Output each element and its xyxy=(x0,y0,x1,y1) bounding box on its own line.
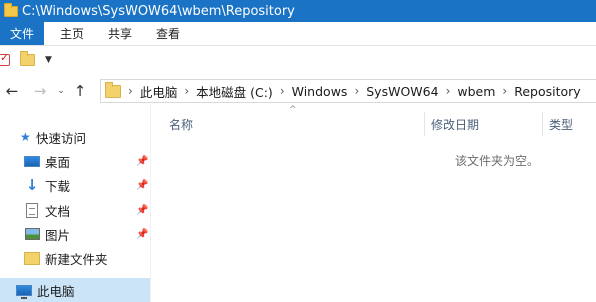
column-header-name[interactable]: 名称 xyxy=(151,112,424,136)
nav-item-new-folder[interactable]: 新建文件夹 xyxy=(0,246,150,270)
breadcrumb-local-disk[interactable]: 本地磁盘 (C:) xyxy=(196,82,273,101)
nav-item-label: 图片 xyxy=(45,227,71,243)
navigation-pane: ★ 快速访问 桌面 📌 ↓ 下载 📌 文档 📌 图片 📌 新建文件夹 此电脑 xyxy=(0,112,150,302)
title-bar: C:\Windows\SysWOW64\wbem\Repository xyxy=(0,0,596,22)
breadcrumb-separator[interactable]: › xyxy=(128,84,133,98)
breadcrumb-separator[interactable]: › xyxy=(184,84,189,98)
tab-home[interactable]: 主页 xyxy=(48,22,96,45)
pin-icon[interactable]: 📌 xyxy=(136,180,148,191)
nav-item-label: 此电脑 xyxy=(37,283,75,299)
column-header-date-modified[interactable]: 修改日期 xyxy=(424,112,542,136)
breadcrumb-syswow64[interactable]: SysWOW64 xyxy=(366,84,438,99)
nav-item-quick-access[interactable]: ★ 快速访问 xyxy=(0,125,150,149)
download-icon: ↓ xyxy=(25,176,39,194)
breadcrumb-separator[interactable]: › xyxy=(446,84,451,98)
column-header-type[interactable]: 类型 xyxy=(542,112,596,136)
pin-icon[interactable]: 📌 xyxy=(136,156,148,167)
breadcrumb-separator[interactable]: › xyxy=(354,84,359,98)
nav-item-downloads[interactable]: ↓ 下载 📌 xyxy=(0,173,150,197)
window-title: C:\Windows\SysWOW64\wbem\Repository xyxy=(22,3,295,19)
new-folder-icon[interactable] xyxy=(20,51,35,66)
pin-icon[interactable]: 📌 xyxy=(136,229,148,240)
up-button[interactable]: ↑ xyxy=(70,79,90,103)
computer-icon xyxy=(16,284,32,299)
nav-item-documents[interactable]: 文档 📌 xyxy=(0,198,150,222)
desktop-icon xyxy=(24,155,40,167)
breadcrumb-repository[interactable]: Repository xyxy=(514,84,580,99)
customize-dropdown-icon[interactable]: ▼ xyxy=(45,55,52,65)
properties-check-icon[interactable] xyxy=(0,51,10,66)
nav-item-label: 桌面 xyxy=(45,154,71,170)
breadcrumb-wbem[interactable]: wbem xyxy=(457,84,495,99)
tab-view[interactable]: 查看 xyxy=(144,22,192,45)
nav-item-desktop[interactable]: 桌面 📌 xyxy=(0,149,150,173)
nav-item-label: 下载 xyxy=(45,178,71,194)
column-header-row: 名称 修改日期 类型 xyxy=(151,112,596,136)
ribbon-tabs: 文件 主页 共享 查看 xyxy=(0,22,596,46)
picture-icon xyxy=(25,228,40,240)
address-row: ← → ⌄ ↑ › 此电脑 › 本地磁盘 (C:) › Windows › Sy… xyxy=(0,77,596,105)
breadcrumb-separator[interactable]: › xyxy=(280,84,285,98)
nav-item-label: 新建文件夹 xyxy=(45,251,108,267)
star-icon: ★ xyxy=(20,130,31,144)
nav-item-this-pc[interactable]: 此电脑 xyxy=(0,278,150,302)
breadcrumb-separator[interactable]: › xyxy=(502,84,507,98)
pin-icon[interactable]: 📌 xyxy=(136,205,148,216)
tab-file[interactable]: 文件 xyxy=(0,22,44,45)
folder-icon xyxy=(105,81,121,98)
back-button[interactable]: ← xyxy=(2,79,22,103)
nav-item-label: 快速访问 xyxy=(36,130,87,146)
nav-item-pictures[interactable]: 图片 📌 xyxy=(0,222,150,246)
breadcrumb-windows[interactable]: Windows xyxy=(292,84,348,99)
empty-folder-message: 该文件夹为空。 xyxy=(455,154,540,168)
folder-icon xyxy=(24,251,40,265)
nav-item-label: 文档 xyxy=(45,203,71,219)
tab-share[interactable]: 共享 xyxy=(96,22,144,45)
folder-icon xyxy=(4,2,18,17)
forward-button[interactable]: → xyxy=(30,79,50,103)
recent-locations-button[interactable]: ⌄ xyxy=(54,79,68,103)
quick-access-toolbar: ▼ xyxy=(0,47,596,73)
breadcrumb-this-pc[interactable]: 此电脑 xyxy=(140,82,178,101)
address-bar[interactable]: › 此电脑 › 本地磁盘 (C:) › Windows › SysWOW64 ›… xyxy=(100,79,596,103)
document-icon xyxy=(26,202,38,218)
